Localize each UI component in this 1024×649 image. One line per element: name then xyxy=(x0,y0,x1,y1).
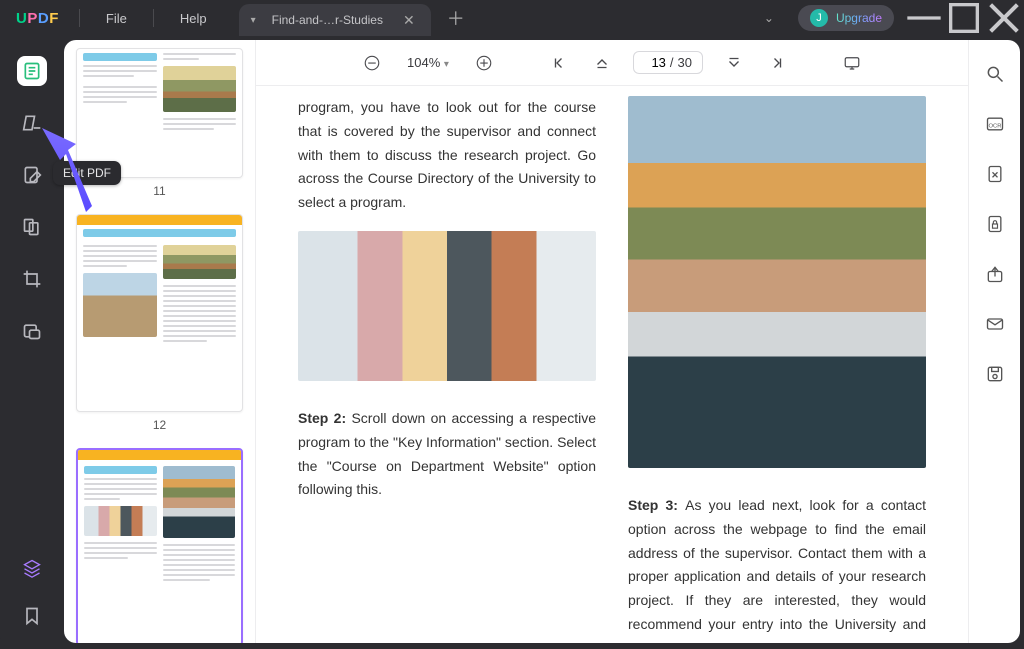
zoom-out-button[interactable] xyxy=(361,52,383,74)
convert-button[interactable] xyxy=(983,162,1007,186)
doc-image-bridge xyxy=(628,96,926,468)
bookmark-button[interactable] xyxy=(17,601,47,631)
doc-image-students xyxy=(298,231,596,381)
upgrade-label: Upgrade xyxy=(836,11,882,25)
first-page-button[interactable] xyxy=(549,52,571,74)
document-view[interactable]: program, you have to look out for the co… xyxy=(256,86,968,643)
menu-file[interactable]: File xyxy=(84,11,149,26)
page-current-field[interactable] xyxy=(644,55,666,70)
ocr-button[interactable]: OCR xyxy=(983,112,1007,136)
thumbnail-page-12[interactable] xyxy=(76,214,243,412)
body-text: program, you have to look out for the co… xyxy=(298,96,596,215)
page-total: 30 xyxy=(678,55,692,70)
thumbnail-panel[interactable]: 11 12 xyxy=(64,40,256,643)
save-button[interactable] xyxy=(983,362,1007,386)
prev-page-button[interactable] xyxy=(591,52,613,74)
upgrade-button[interactable]: J Upgrade xyxy=(798,5,894,31)
body-text: Step 3: As you lead next, look for a con… xyxy=(628,494,926,643)
step2-label: Step 2: xyxy=(298,410,351,426)
edit-pdf-tooltip: Edit PDF xyxy=(53,161,121,185)
thumbnail-page-13[interactable] xyxy=(76,448,243,643)
redact-tool-button[interactable] xyxy=(17,316,47,346)
doc-column-left: program, you have to look out for the co… xyxy=(298,96,596,643)
page-separator: / xyxy=(670,55,674,70)
comment-tool-button[interactable] xyxy=(17,108,47,138)
right-tool-rail: OCR xyxy=(968,40,1020,643)
maximize-button[interactable] xyxy=(944,0,984,36)
next-page-button[interactable] xyxy=(723,52,745,74)
app-logo: UPDF xyxy=(0,10,75,27)
page-number-input[interactable]: / 30 xyxy=(633,51,703,74)
tab-title: Find-and-…r-Studies xyxy=(266,13,399,27)
divider xyxy=(79,9,80,27)
edit-pdf-button[interactable]: Edit PDF xyxy=(17,160,47,190)
close-tab-icon[interactable]: ✕ xyxy=(399,12,419,29)
doc-column-right: Step 3: As you lead next, look for a con… xyxy=(628,96,926,643)
document-tab[interactable]: ▾ Find-and-…r-Studies ✕ xyxy=(239,4,431,36)
zoom-level[interactable]: 104% ▾ xyxy=(403,55,453,70)
search-button[interactable] xyxy=(983,62,1007,86)
menu-help[interactable]: Help xyxy=(158,11,229,26)
thumbnail-label: 11 xyxy=(76,184,243,198)
crop-tool-button[interactable] xyxy=(17,264,47,294)
organize-pages-button[interactable] xyxy=(17,212,47,242)
zoom-in-button[interactable] xyxy=(473,52,495,74)
presentation-button[interactable] xyxy=(841,52,863,74)
layers-button[interactable] xyxy=(17,553,47,583)
close-window-button[interactable] xyxy=(984,0,1024,36)
left-tool-rail: Edit PDF xyxy=(0,36,64,649)
svg-text:OCR: OCR xyxy=(988,123,1001,129)
window-menu-chevron[interactable]: ⌄ xyxy=(750,11,788,25)
add-tab-button[interactable]: ＋ xyxy=(431,5,481,31)
minimize-button[interactable] xyxy=(904,0,944,36)
avatar: J xyxy=(810,9,828,27)
step3-label: Step 3: xyxy=(628,497,685,513)
divider xyxy=(153,9,154,27)
view-toolbar: 104% ▾ / 30 xyxy=(256,40,968,86)
thumbnail-page-11[interactable] xyxy=(76,48,243,178)
body-text: Step 2: Scroll down on accessing a respe… xyxy=(298,407,596,502)
chevron-down-icon: ▾ xyxy=(251,15,256,26)
email-button[interactable] xyxy=(983,312,1007,336)
share-button[interactable] xyxy=(983,262,1007,286)
protect-button[interactable] xyxy=(983,212,1007,236)
last-page-button[interactable] xyxy=(765,52,787,74)
reader-mode-button[interactable] xyxy=(17,56,47,86)
thumbnail-label: 12 xyxy=(76,418,243,432)
chevron-down-icon: ▾ xyxy=(444,59,449,70)
title-bar: UPDF File Help ▾ Find-and-…r-Studies ✕ ＋… xyxy=(0,0,1024,36)
